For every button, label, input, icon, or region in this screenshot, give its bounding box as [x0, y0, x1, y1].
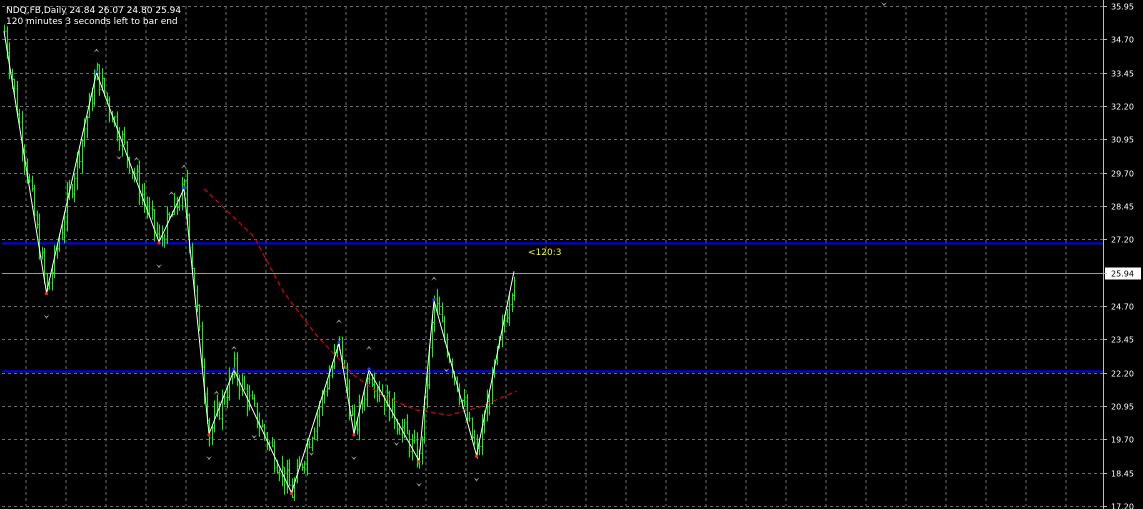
- chart-canvas[interactable]: 35.95 34.70 33.45 32.20 30.95 29.70 28.45 27.20…: [0, 0, 1143, 509]
- price-tick-label: 22.20: [1111, 370, 1134, 379]
- bar-timer-info: 120 minutes 3 seconds left to bar end: [6, 17, 178, 27]
- swing-high-marker: [182, 186, 186, 190]
- symbol-info: NDQ,FB,Daily 24.84 26.07 24.80 25.94: [6, 6, 182, 16]
- swing-high-marker: [432, 298, 436, 302]
- price-tick-label: 24.70: [1111, 303, 1134, 312]
- swing-low-marker: [474, 454, 479, 458]
- bar-countdown-label: <120:3: [528, 248, 561, 258]
- price-tick-label: 23.45: [1111, 336, 1134, 345]
- price-tick-label: 33.45: [1111, 70, 1134, 79]
- swing-high-marker: [337, 340, 341, 344]
- swing-low-marker: [157, 241, 161, 245]
- price-tick-label: 30.95: [1111, 136, 1134, 145]
- price-tick-label: 28.45: [1111, 203, 1134, 212]
- chart-background: [0, 0, 1143, 509]
- price-tick-label: 18.45: [1111, 470, 1134, 479]
- price-chart[interactable]: 35.95 34.70 33.45 32.20 30.95 29.70 28.45 27.20…: [0, 0, 1143, 509]
- swing-low-marker: [352, 433, 356, 437]
- swing-high-marker: [94, 70, 99, 74]
- price-tick-label: 34.70: [1111, 36, 1134, 45]
- swing-low-marker: [207, 433, 211, 437]
- price-tick-label: 27.20: [1111, 236, 1134, 245]
- price-tick-label: 17.20: [1111, 503, 1134, 509]
- current-price-label: 25.94: [1111, 270, 1134, 279]
- price-axis[interactable]: 35.95 34.70 33.45 32.20 30.95 29.70 28.45 27.20…: [1103, 0, 1143, 509]
- swing-high-marker: [367, 367, 371, 371]
- swing-low-marker: [44, 292, 49, 296]
- price-tick-label: 20.95: [1111, 403, 1134, 412]
- swing-high-marker: [232, 367, 236, 371]
- swing-low-marker: [417, 460, 421, 464]
- swing-low-marker: [289, 492, 294, 496]
- price-tick-label: 35.95: [1111, 3, 1134, 12]
- price-tick-label: 29.70: [1111, 170, 1134, 179]
- price-tick-label: 32.20: [1111, 103, 1134, 112]
- price-tick-label: 19.70: [1111, 436, 1134, 445]
